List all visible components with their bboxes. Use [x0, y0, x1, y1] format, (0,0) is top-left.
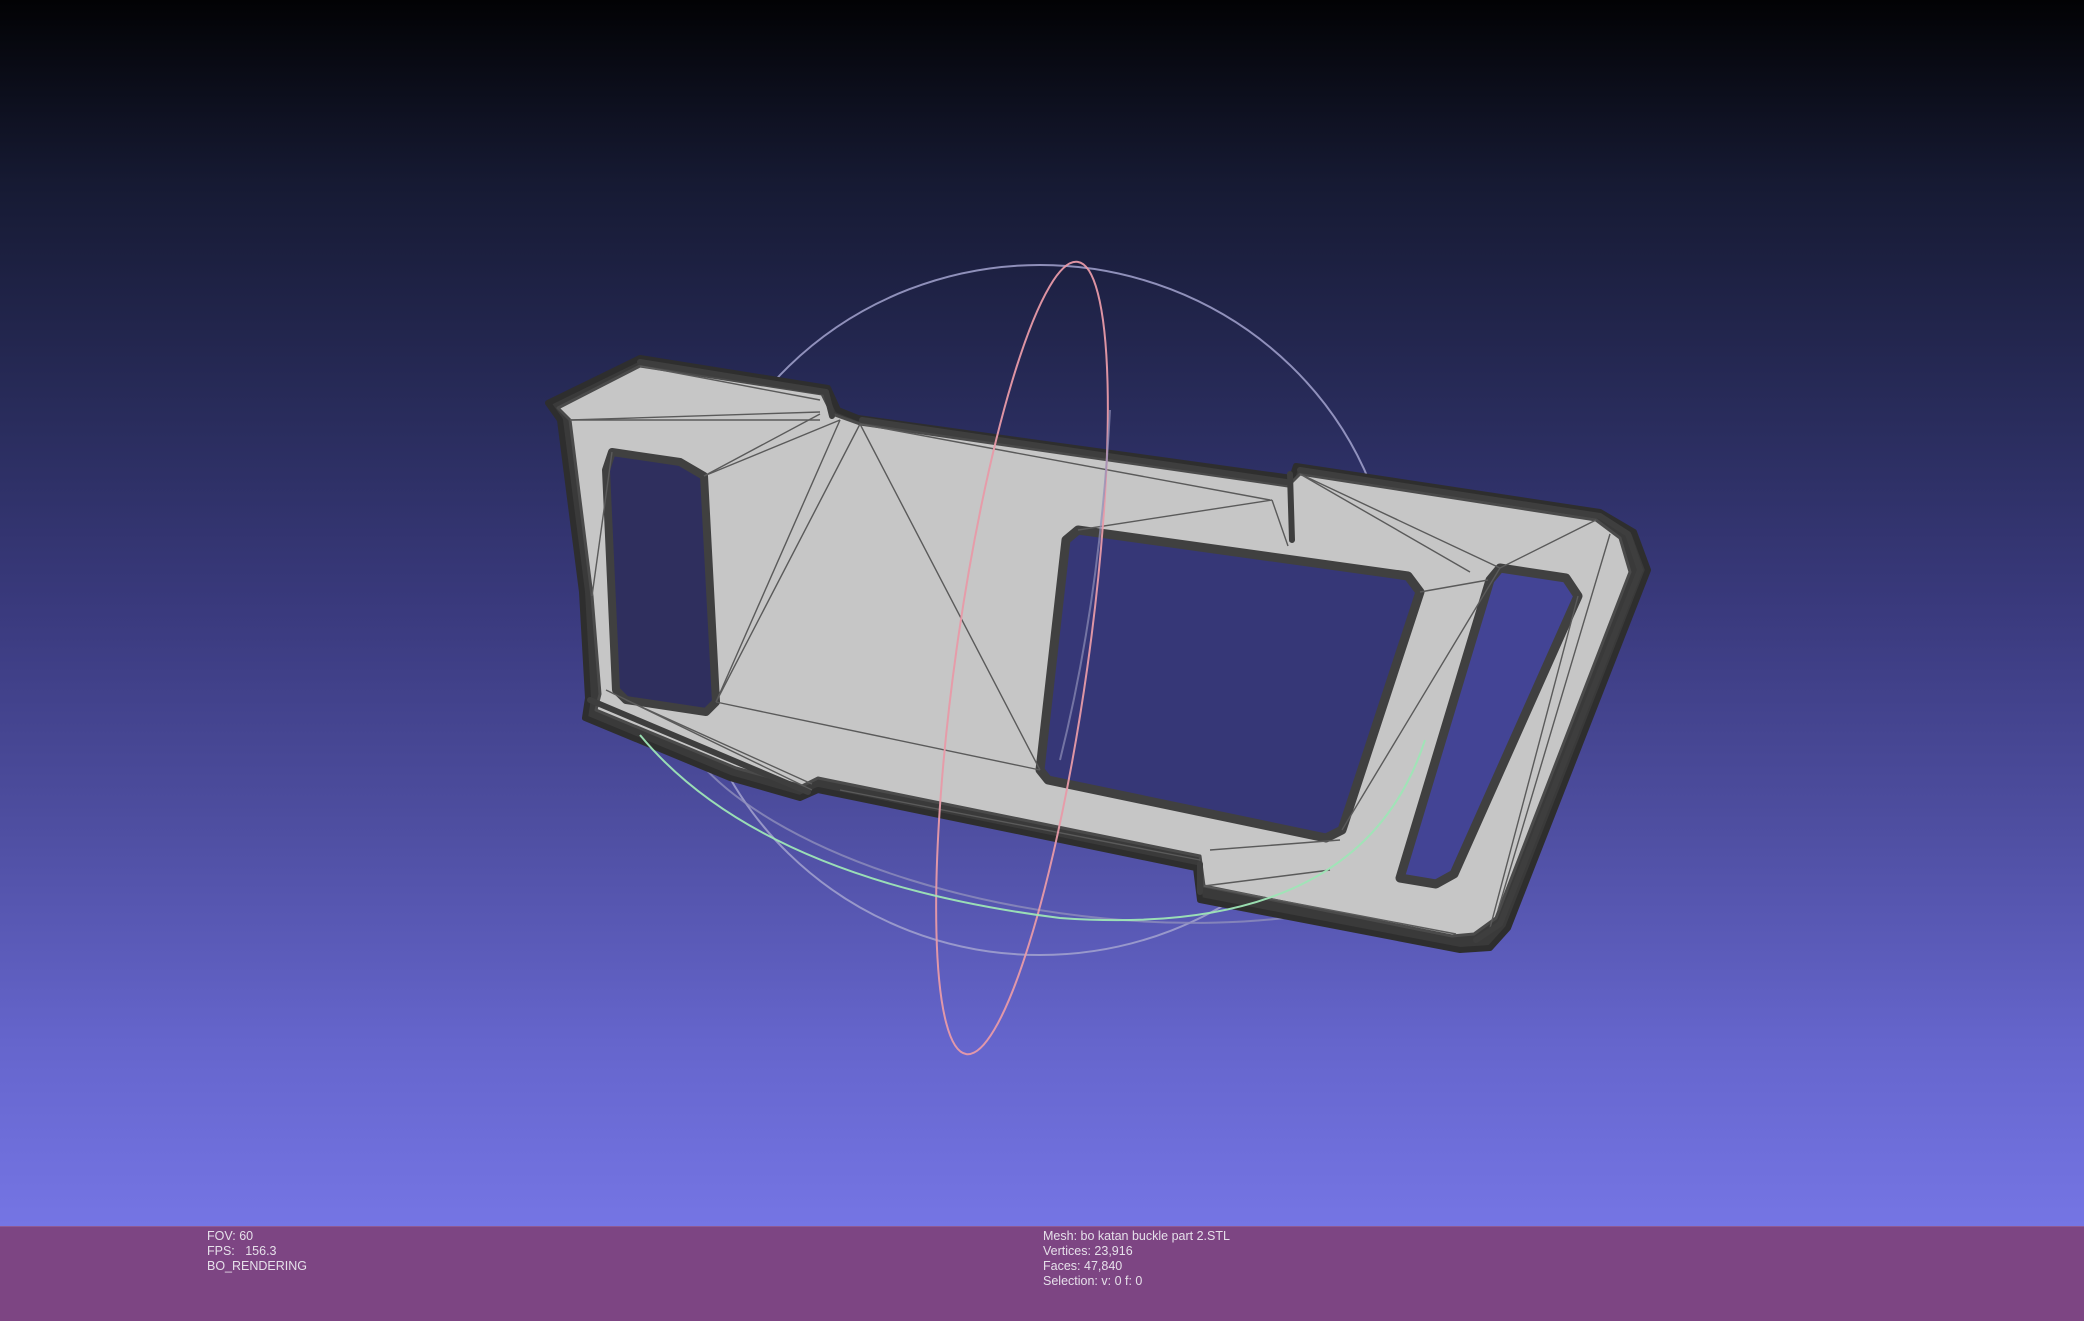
faces-value: 47,840 [1084, 1259, 1123, 1273]
vertices-value: 23,916 [1094, 1244, 1133, 1258]
selection-readout: Selection: v: 0 f: 0 [1043, 1274, 1143, 1288]
fov-readout: FOV: 60 [207, 1229, 254, 1243]
fps-value: 156.3 [245, 1244, 277, 1258]
3d-viewport[interactable] [0, 0, 2084, 1226]
fov-value: 60 [239, 1229, 254, 1243]
info-bar [0, 1226, 2084, 1321]
mesh-object[interactable] [545, 355, 1651, 953]
selection-value: v: 0 f: 0 [1101, 1274, 1143, 1288]
viewer-info: FOV: 60 FPS: 156.3 BO_RENDERING [207, 1229, 307, 1274]
mesh-scene[interactable] [0, 0, 2084, 1226]
mesh-name-readout: Mesh: bo katan buckle part 2.STL [1043, 1229, 1230, 1243]
fps-readout: FPS: 156.3 [207, 1244, 277, 1258]
mesh-name: bo katan buckle part 2.STL [1080, 1229, 1230, 1243]
faces-readout: Faces: 47,840 [1043, 1259, 1123, 1273]
vertices-readout: Vertices: 23,916 [1043, 1244, 1133, 1258]
mesh-slot-left [602, 448, 720, 716]
render-mode: BO_RENDERING [207, 1259, 308, 1273]
mesh-info: Mesh: bo katan buckle part 2.STL Vertice… [1043, 1229, 1230, 1289]
